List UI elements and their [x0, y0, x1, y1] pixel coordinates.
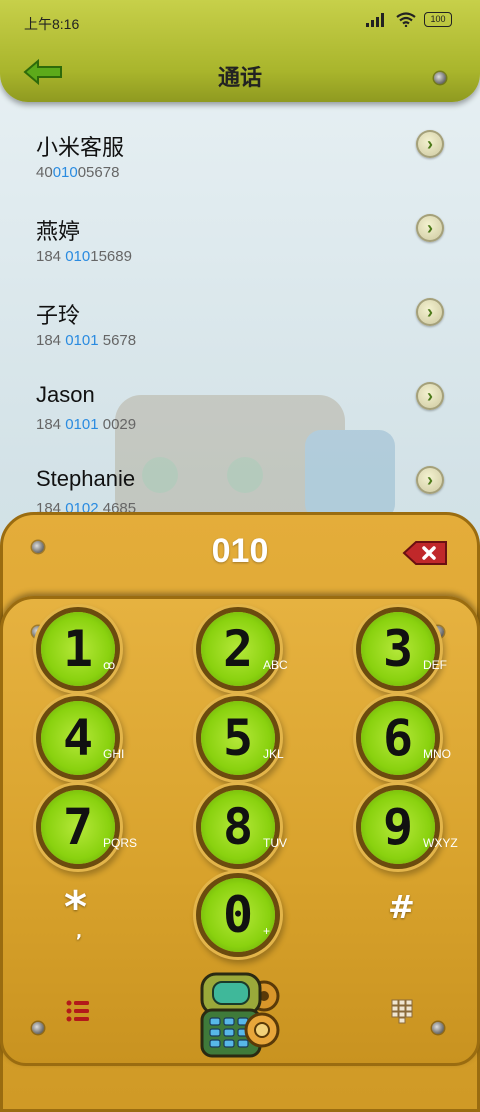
contact-item[interactable]: Jason 184 0101 0029 › [0, 370, 480, 454]
battery-icon: 100 [424, 12, 452, 27]
keypad-toggle-icon[interactable] [391, 999, 413, 1027]
contact-name: Jason [36, 382, 95, 407]
match-highlight: 010 [52, 164, 78, 181]
key-hash[interactable]: # [388, 888, 415, 926]
contact-number: 184 0101 5678 [36, 332, 137, 349]
status-time: 上午8:16 [24, 16, 80, 32]
screw-icon [434, 72, 446, 84]
chevron-right-icon[interactable]: › [416, 382, 444, 410]
key-7[interactable]: 7 PQRS [41, 790, 137, 864]
chevron-right-icon[interactable]: › [416, 130, 444, 158]
key-8[interactable]: 8 TUV [201, 790, 287, 864]
contact-number: 184 01015689 [36, 248, 132, 265]
key-1[interactable]: 1ꝏ [41, 612, 115, 686]
screw-icon [32, 1022, 44, 1034]
match-highlight: 0101 [65, 332, 99, 349]
wifi-icon [396, 12, 416, 27]
contact-item[interactable]: 燕婷 184 01015689 › [0, 202, 480, 286]
menu-list-icon[interactable] [66, 1000, 90, 1022]
key-5[interactable]: 5 JKL [201, 701, 284, 775]
screw-icon [432, 1022, 444, 1034]
contact-number: 4001005678 [36, 164, 120, 181]
status-icons: 100 [366, 12, 452, 27]
contact-name: 子玲 [36, 303, 81, 328]
key-4[interactable]: 4 GHI [41, 701, 124, 775]
contact-item[interactable]: 小米客服 4001005678 › [0, 118, 480, 202]
voicemail-icon: ꝏ [103, 658, 116, 672]
contact-name: 燕婷 [36, 219, 81, 244]
contact-number: 184 0101 0029 [36, 416, 137, 433]
key-star-sub: , [76, 922, 83, 941]
chevron-right-icon[interactable]: › [416, 214, 444, 242]
call-button-phone-icon[interactable] [196, 968, 282, 1060]
contact-item[interactable]: 子玲 184 0101 5678 › [0, 286, 480, 370]
chevron-right-icon[interactable]: › [416, 298, 444, 326]
match-highlight: 0101 [65, 416, 99, 433]
key-9[interactable]: 9 WXYZ [361, 790, 458, 864]
contact-name: 小米客服 [36, 135, 125, 160]
page-title: 通话 [217, 65, 262, 90]
key-0[interactable]: 0 + [201, 878, 275, 952]
contact-list: 小米客服 4001005678 › 燕婷 184 01015689 › 子玲 1… [0, 118, 480, 538]
contact-name: Stephanie [36, 466, 136, 491]
backspace-icon[interactable] [402, 540, 448, 566]
key-6[interactable]: 6 MNO [361, 701, 451, 775]
signal-icon [366, 12, 384, 27]
key-2[interactable]: 2 ABC [201, 612, 288, 686]
chevron-right-icon[interactable]: › [416, 466, 444, 494]
key-3[interactable]: 3 DEF [361, 612, 447, 686]
match-highlight: 010 [65, 248, 91, 265]
